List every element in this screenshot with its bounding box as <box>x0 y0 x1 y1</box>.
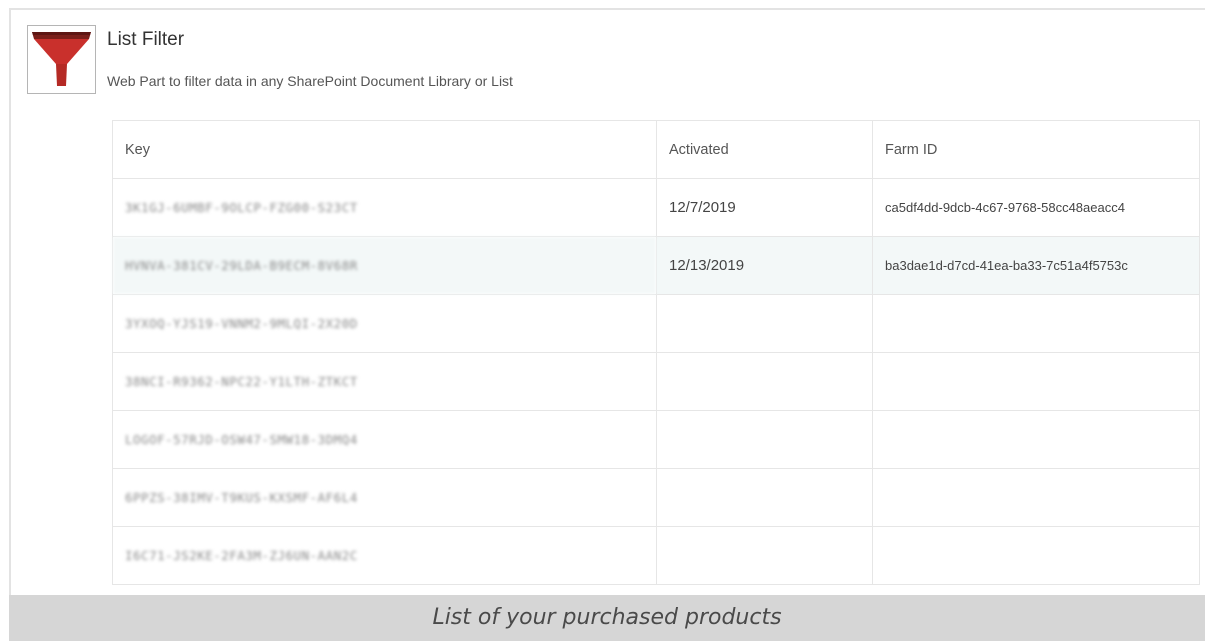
activated-date <box>656 352 873 411</box>
column-header-activated: Activated <box>656 120 873 179</box>
farm-id <box>872 352 1200 411</box>
product-title: List Filter <box>107 29 185 50</box>
table-row: 3K1GJ-6UMBF-9OLCP-FZG00-S23CT 12/7/2019 … <box>112 178 1200 237</box>
farm-id <box>872 526 1200 585</box>
column-header-farm-id: Farm ID <box>872 120 1200 179</box>
table-row: 3YXOQ-YJS19-VNNM2-9MLQI-2X20D <box>112 294 1200 353</box>
column-header-key: Key <box>112 120 657 179</box>
farm-id <box>872 410 1200 469</box>
activated-date <box>656 526 873 585</box>
table-header-row: Key Activated Farm ID <box>112 120 1200 179</box>
license-key: I6C71-JS2KE-2FA3M-ZJ6UN-AAN2C <box>112 526 657 585</box>
license-key: 3K1GJ-6UMBF-9OLCP-FZG00-S23CT <box>112 178 657 237</box>
page: List Filter Web Part to filter data in a… <box>0 0 1205 641</box>
product-description: Web Part to filter data in any SharePoin… <box>107 73 513 89</box>
activated-date: 12/7/2019 <box>656 178 873 237</box>
license-key: 6PPZS-38IMV-T9KUS-KXSMF-AF6L4 <box>112 468 657 527</box>
farm-id: ba3dae1d-d7cd-41ea-ba33-7c51a4f5753c <box>872 236 1200 295</box>
table-row: 38NCI-R9362-NPC22-Y1LTH-ZTKCT <box>112 352 1200 411</box>
table-row: 6PPZS-38IMV-T9KUS-KXSMF-AF6L4 <box>112 468 1200 527</box>
activated-date <box>656 468 873 527</box>
activated-date <box>656 294 873 353</box>
farm-id <box>872 468 1200 527</box>
table-row: I6C71-JS2KE-2FA3M-ZJ6UN-AAN2C <box>112 526 1200 585</box>
license-key: 38NCI-R9362-NPC22-Y1LTH-ZTKCT <box>112 352 657 411</box>
caption: List of your purchased products <box>9 595 1205 641</box>
activated-date <box>656 410 873 469</box>
farm-id <box>872 294 1200 353</box>
table-row: HVNVA-381CV-29LDA-B9ECM-8V68R 12/13/2019… <box>112 236 1200 295</box>
license-key: LOGOF-57RJD-OSW47-SMW18-3DMQ4 <box>112 410 657 469</box>
activated-date: 12/13/2019 <box>656 236 873 295</box>
table-row: LOGOF-57RJD-OSW47-SMW18-3DMQ4 <box>112 410 1200 469</box>
product-card: List Filter Web Part to filter data in a… <box>9 8 1205 595</box>
license-key: 3YXOQ-YJS19-VNNM2-9MLQI-2X20D <box>112 294 657 353</box>
farm-id: ca5df4dd-9dcb-4c67-9768-58cc48aeacc4 <box>872 178 1200 237</box>
license-keys-table: Key Activated Farm ID 3K1GJ-6UMBF-9OLCP-… <box>112 120 1200 585</box>
funnel-icon <box>27 25 96 94</box>
license-key: HVNVA-381CV-29LDA-B9ECM-8V68R <box>112 236 657 295</box>
